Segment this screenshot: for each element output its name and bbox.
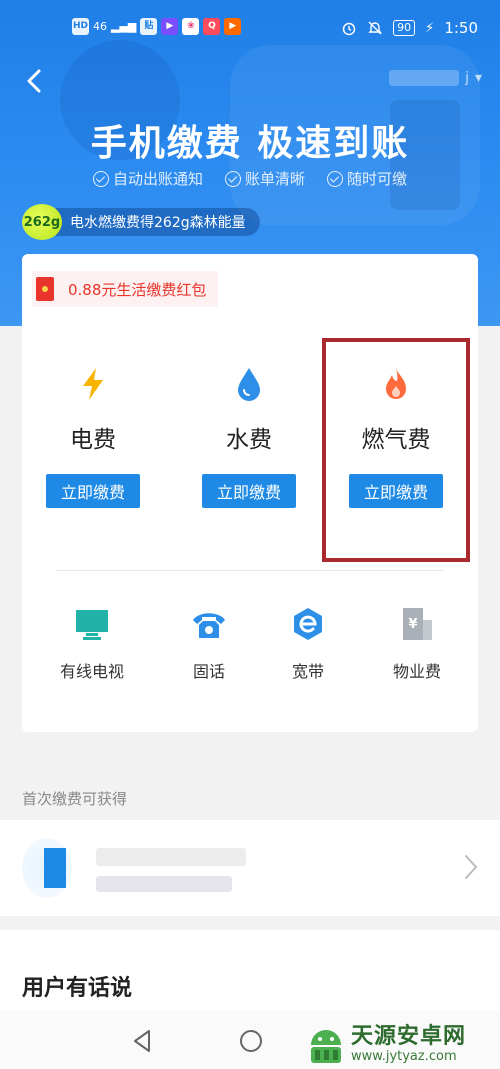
feature-item: 自动出账通知 [92,168,203,189]
status-right: 90 ⚡ 1:50 [341,19,478,37]
divider [56,570,444,571]
status-time: 1:50 [444,19,478,37]
svg-text:¥: ¥ [408,617,417,632]
status-bar: HD 46 ▂▄▆ 贴 ▶ ❀ Q ▶ 90 ⚡ 1:50 [0,0,500,60]
bill-label: 水费 [226,427,272,453]
nav-back-icon[interactable] [130,1028,156,1054]
bill-label: 固话 [192,662,225,681]
play-app-icon: ▶ [224,18,242,35]
bill-landline[interactable]: 固话 [159,606,259,682]
status-left-icons: HD 46 ▂▄▆ 贴 ▶ ❀ Q ▶ [72,18,242,35]
first-payment-title: 首次缴费可获得 [22,790,128,808]
red-packet-icon [36,277,54,301]
bill-label: 物业费 [392,662,441,681]
bill-label: 有线电视 [59,662,124,681]
watermark-text: 天源安卓网 www.jytyaz.com [351,1023,467,1065]
app-notification-icon: 贴 [140,18,158,35]
dropdown-triangle-icon: ▾ [474,70,482,86]
battery-indicator: 90 [393,20,416,36]
feature-label: 自动出账通知 [112,170,203,188]
reward-desc-blurred [96,876,232,892]
alarm-icon [342,22,356,36]
signal-icon: 46 [93,20,107,33]
telephone-icon [193,613,225,638]
lightning-icon [83,368,103,400]
broadband-icon [294,608,322,640]
bill-label: 宽带 [291,662,324,681]
feature-label: 随时可缴 [347,170,408,188]
watermark-title: 天源安卓网 [351,1023,467,1049]
mute-bell-icon [368,21,382,35]
red-packet-banner[interactable]: 0.88元生活缴费红包 [32,271,219,307]
back-arrow-icon[interactable] [20,66,50,96]
forest-energy-banner[interactable]: 262g 电水燃缴费得262g森林能量 [22,204,260,240]
gas-highlight-box [322,338,470,562]
water-drop-icon [238,368,260,401]
flower-app-icon: ❀ [182,18,200,35]
feature-list: 自动出账通知 账单清晰 随时可缴 [0,168,500,189]
bill-water[interactable]: 水费 立即缴费 [178,366,320,508]
nav-home-icon[interactable] [238,1028,264,1054]
feature-item: 随时可缴 [327,168,407,189]
energy-text: 电水燃缴费得262g森林能量 [56,208,260,236]
bill-cable-tv[interactable]: 有线电视 [42,606,142,682]
video-app-icon: ▶ [161,18,179,35]
pay-water-button[interactable]: 立即缴费 [202,474,296,508]
bill-property[interactable]: ¥ 物业费 [367,606,467,682]
pay-electricity-button[interactable]: 立即缴费 [46,474,140,508]
tv-icon [76,610,108,640]
account-selector[interactable]: j ▾ [389,70,482,86]
bill-card: 0.88元生活缴费红包 电费 立即缴费 水费 立即缴费 燃气费 立即缴费 有线电… [22,254,478,732]
energy-badge: 262g [22,204,62,240]
check-circle-icon [92,170,109,187]
first-payment-reward[interactable] [0,820,500,916]
hd-icon: HD [72,18,89,35]
bill-electricity[interactable]: 电费 立即缴费 [22,366,164,508]
reward-icon [22,838,72,898]
page-title: 手机缴费 极速到账 [90,123,410,164]
check-circle-icon [224,170,241,187]
q-app-icon: Q [203,18,221,35]
feature-label: 账单清晰 [244,170,305,188]
watermark-url: www.jytyaz.com [351,1048,457,1064]
red-packet-text: 0.88元生活缴费红包 [68,280,207,299]
charging-icon: ⚡ [425,20,435,36]
check-circle-icon [327,170,343,187]
watermark: 天源安卓网 www.jytyaz.com [305,1020,500,1069]
signal-bars-icon: ▂▄▆ [111,20,137,33]
bill-label: 电费 [70,427,116,453]
chevron-right-icon [465,855,477,879]
property-building-icon: ¥ [403,608,432,640]
user-talk-title: 用户有话说 [22,976,133,1001]
bill-broadband[interactable]: 宽带 [258,606,358,682]
reward-title-blurred [96,848,246,866]
android-logo-icon [311,1029,341,1063]
account-name-blurred [389,70,460,86]
feature-item: 账单清晰 [224,168,305,189]
account-suffix: j [465,70,469,86]
